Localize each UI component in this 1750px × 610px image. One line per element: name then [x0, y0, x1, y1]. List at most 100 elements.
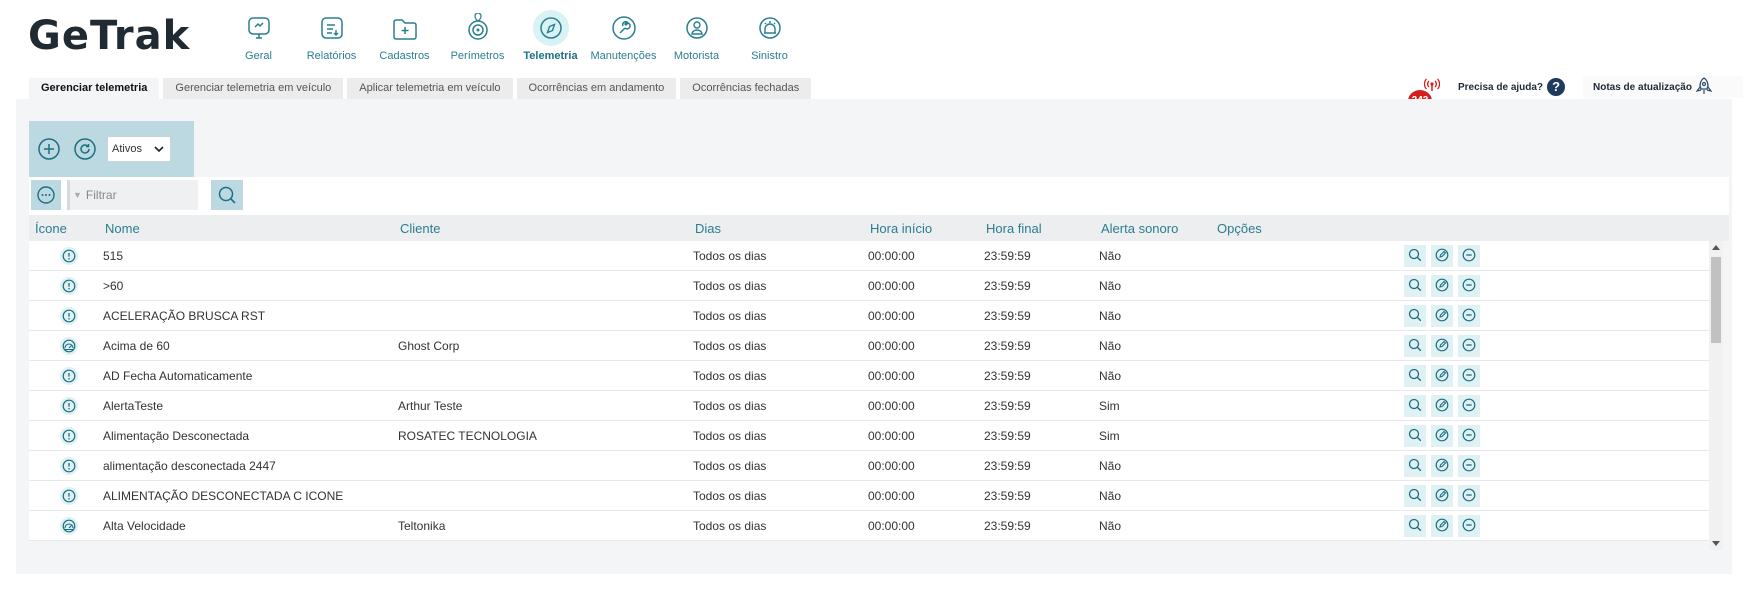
- alert-circle-icon[interactable]: [60, 397, 78, 415]
- view-button[interactable]: [1404, 335, 1426, 357]
- edit-button[interactable]: [1431, 425, 1453, 447]
- table-row[interactable]: AD Fecha Automaticamente Todos os dias 00:…: [29, 361, 1709, 391]
- help-label: Precisa de ajuda?: [1458, 81, 1544, 93]
- edit-button[interactable]: [1431, 335, 1453, 357]
- view-button[interactable]: [1404, 245, 1426, 267]
- nav-item-manutencoes[interactable]: Manutenções: [587, 10, 660, 62]
- deactivate-button[interactable]: [1458, 455, 1480, 477]
- col-sound-alert[interactable]: Alerta sonoro: [1101, 221, 1178, 236]
- search-button[interactable]: [211, 180, 243, 210]
- edit-button[interactable]: [1431, 305, 1453, 327]
- cell-name: alimentação desconectada 2447: [103, 459, 276, 473]
- table-row[interactable]: alimentação desconectada 2447 Todos os di…: [29, 451, 1709, 481]
- col-start-time[interactable]: Hora início: [870, 221, 932, 236]
- search-icon: [1408, 308, 1422, 325]
- speedometer-icon[interactable]: [60, 337, 78, 355]
- nav-item-relatorios[interactable]: Relatórios: [295, 10, 368, 62]
- col-icon[interactable]: Ícone: [35, 221, 67, 236]
- scroll-down-arrow[interactable]: [1712, 541, 1720, 546]
- alert-circle-icon[interactable]: [60, 427, 78, 445]
- deactivate-button[interactable]: [1458, 395, 1480, 417]
- add-button[interactable]: [35, 135, 63, 163]
- wrench-icon: [606, 10, 642, 46]
- view-button[interactable]: [1404, 515, 1426, 537]
- cell-client: Ghost Corp: [398, 339, 460, 353]
- more-options-button[interactable]: [31, 180, 61, 210]
- table-row[interactable]: AlertaTeste Arthur Teste Todos os dias 00:0…: [29, 391, 1709, 421]
- deactivate-button[interactable]: [1458, 275, 1480, 297]
- view-button[interactable]: [1404, 455, 1426, 477]
- search-icon: [1408, 398, 1422, 415]
- deactivate-button[interactable]: [1458, 485, 1480, 507]
- cell-client: ROSATEC TECNOLOGIA: [398, 429, 537, 443]
- col-end-time[interactable]: Hora final: [986, 221, 1042, 236]
- view-button[interactable]: [1404, 425, 1426, 447]
- tab-gerenciar-telemetria[interactable]: Gerenciar telemetria: [29, 78, 160, 99]
- col-days[interactable]: Dias: [695, 221, 721, 236]
- nav-item-geral[interactable]: Geral: [222, 10, 295, 62]
- nav-item-motorista[interactable]: Motorista: [660, 10, 733, 62]
- edit-button[interactable]: [1431, 365, 1453, 387]
- tab-gerenciar-telemetria-veiculo[interactable]: Gerenciar telemetria em veículo: [163, 78, 344, 99]
- rocket-icon: [1695, 76, 1713, 98]
- cell-days: Todos os dias: [693, 399, 767, 413]
- edit-button[interactable]: [1431, 245, 1453, 267]
- release-notes-link[interactable]: Notas de atualização: [1583, 76, 1743, 98]
- help-link[interactable]: Precisa de ajuda? ?: [1458, 76, 1588, 98]
- nav-item-perimetros[interactable]: Perímetros: [441, 10, 514, 62]
- alert-circle-icon[interactable]: [60, 457, 78, 475]
- edit-button[interactable]: [1431, 515, 1453, 537]
- deactivate-button[interactable]: [1458, 305, 1480, 327]
- alert-circle-icon[interactable]: [60, 247, 78, 265]
- nav-item-cadastros[interactable]: Cadastros: [368, 10, 441, 62]
- alert-circle-icon[interactable]: [60, 307, 78, 325]
- status-select[interactable]: Ativos: [107, 136, 171, 162]
- view-button[interactable]: [1404, 395, 1426, 417]
- edit-button[interactable]: [1431, 275, 1453, 297]
- deactivate-button[interactable]: [1458, 245, 1480, 267]
- table-row[interactable]: 515 Todos os dias 00:00:00 23:59:59 Não: [29, 241, 1709, 271]
- alert-circle-icon[interactable]: [60, 277, 78, 295]
- scroll-thumb[interactable]: [1711, 257, 1721, 343]
- table-row[interactable]: ALIMENTAÇÃO DESCONECTADA C ICONE Todos os…: [29, 481, 1709, 511]
- view-button[interactable]: [1404, 305, 1426, 327]
- deactivate-button[interactable]: [1458, 515, 1480, 537]
- edit-button[interactable]: [1431, 485, 1453, 507]
- col-client[interactable]: Cliente: [400, 221, 440, 236]
- cell-end-time: 23:59:59: [984, 369, 1031, 383]
- refresh-button[interactable]: [71, 135, 99, 163]
- edit-button[interactable]: [1431, 395, 1453, 417]
- filter-input[interactable]: [81, 188, 192, 202]
- compass-icon: [532, 10, 569, 46]
- scroll-up-arrow[interactable]: [1712, 245, 1720, 250]
- speedometer-icon[interactable]: [60, 517, 78, 535]
- nav-item-telemetria[interactable]: Telemetria: [514, 10, 587, 62]
- deactivate-button[interactable]: [1458, 335, 1480, 357]
- edit-button[interactable]: [1431, 455, 1453, 477]
- cell-name: Acima de 60: [103, 339, 170, 353]
- view-button[interactable]: [1404, 365, 1426, 387]
- tab-aplicar-telemetria-veiculo[interactable]: Aplicar telemetria em veículo: [347, 78, 513, 99]
- deactivate-button[interactable]: [1458, 365, 1480, 387]
- table-row[interactable]: Alta Velocidade Teltonika Todos os dias 00:…: [29, 511, 1709, 541]
- cell-start-time: 00:00:00: [868, 489, 915, 503]
- alert-circle-icon[interactable]: [60, 367, 78, 385]
- view-button[interactable]: [1404, 485, 1426, 507]
- search-icon: [1408, 428, 1422, 445]
- table-row[interactable]: Acima de 60 Ghost Corp Todos os dias 00:00:…: [29, 331, 1709, 361]
- getrak-logo[interactable]: GeTrak: [28, 14, 190, 58]
- deactivate-button[interactable]: [1458, 425, 1480, 447]
- tab-ocorrencias-fechadas[interactable]: Ocorrências fechadas: [680, 78, 812, 99]
- table-row[interactable]: ACELERAÇÃO BRUSCA RST Todos os dias 00:00:…: [29, 301, 1709, 331]
- table-row[interactable]: >60 Todos os dias 00:00:00 23:59:59 Não: [29, 271, 1709, 301]
- col-name[interactable]: Nome: [105, 221, 140, 236]
- row-actions: [1404, 425, 1480, 447]
- table-scrollbar[interactable]: [1709, 241, 1723, 550]
- nav-item-sinistro[interactable]: Sinistro: [733, 10, 806, 62]
- view-button[interactable]: [1404, 275, 1426, 297]
- minus-circle-icon: [1462, 368, 1476, 385]
- alert-circle-icon[interactable]: [60, 487, 78, 505]
- tab-ocorrencias-andamento[interactable]: Ocorrências em andamento: [516, 78, 677, 99]
- search-icon: [1408, 458, 1422, 475]
- table-row[interactable]: Alimentação Desconectada ROSATEC TECNOLOG…: [29, 421, 1709, 451]
